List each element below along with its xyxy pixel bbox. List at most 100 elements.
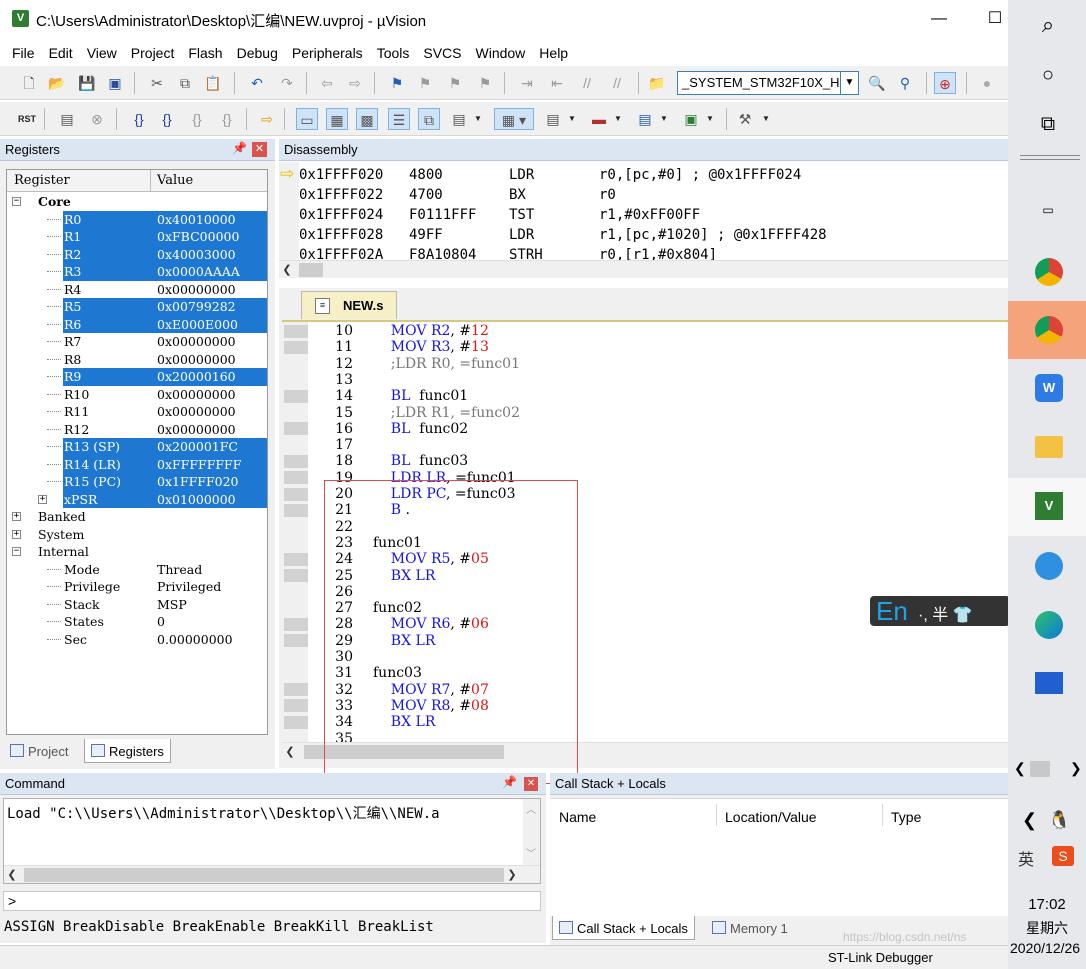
register-row[interactable]: R6 0xE000E000 xyxy=(7,315,267,334)
disassembly-row[interactable]: 0x1FFFF024 F0111FFF TST r1,#0xFF00FF xyxy=(299,205,999,225)
nav-forward-icon[interactable]: ⇨ xyxy=(344,72,366,94)
mail-icon[interactable] xyxy=(1035,672,1063,694)
code-line[interactable]: 15 ;LDR R1, =func02 xyxy=(282,405,1002,421)
register-row[interactable]: R15 (PC) 0x1FFFF020 xyxy=(7,473,267,491)
command-vscroll[interactable]: ︿ ﹀ xyxy=(523,799,540,865)
step-out-icon[interactable]: {} xyxy=(186,108,208,130)
menu-item-window[interactable]: Window xyxy=(470,40,532,66)
uncomment-icon[interactable]: // xyxy=(606,72,628,94)
register-value[interactable]: Privileged xyxy=(157,578,221,596)
cortana-icon[interactable]: ○ xyxy=(1028,55,1068,95)
register-value[interactable]: 0 xyxy=(157,613,165,631)
ime-tray-icon[interactable]: 英 xyxy=(1018,846,1034,870)
tab-new-s[interactable]: ≡ NEW.s xyxy=(301,291,397,319)
bookmark-icon[interactable]: ⚑ xyxy=(386,72,408,94)
scroll-thumb[interactable] xyxy=(24,868,504,882)
stop-icon[interactable]: ⊗ xyxy=(86,108,108,130)
scroll-down-icon[interactable]: ﹀ xyxy=(526,845,536,860)
register-value[interactable]: 0x20000160 xyxy=(157,368,236,386)
register-value[interactable]: 0x01000000 xyxy=(157,491,236,509)
ime-toolbar[interactable]: En ·, 半 👕 xyxy=(870,596,1010,626)
chrome-icon[interactable] xyxy=(1035,258,1063,286)
step-over-icon[interactable]: {} xyxy=(156,108,178,130)
command-input[interactable]: > xyxy=(3,891,541,911)
disassembly-row[interactable]: 0x1FFFF020 4800 LDR r0,[pc,#0] ; @0x1FFFF02… xyxy=(299,165,999,185)
save-all-icon[interactable]: ▣ xyxy=(104,72,126,94)
internal-row[interactable]: Privilege Privileged xyxy=(7,578,267,596)
wps-icon[interactable]: W xyxy=(1035,374,1063,402)
redo-icon[interactable]: ↷ xyxy=(276,72,298,94)
taskbar-scroller[interactable]: ❮ ❯ xyxy=(1012,760,1082,780)
chevron-down-icon[interactable]: ▼ xyxy=(660,108,668,130)
scroll-left-icon[interactable]: ❮ xyxy=(282,743,298,761)
trace-window-icon[interactable]: ▤ xyxy=(634,108,656,130)
register-value[interactable]: MSP xyxy=(157,596,187,614)
disassembly-row[interactable]: 0x1FFFF028 49FF LDR r1,[pc,#1020] ; @0x1FFF… xyxy=(299,225,999,245)
paste-icon[interactable]: 📋 xyxy=(202,72,224,94)
task-view-icon[interactable]: ⧉ xyxy=(1028,104,1068,144)
register-row[interactable]: R7 0x00000000 xyxy=(7,333,267,351)
prev-bookmark-icon[interactable]: ⚑ xyxy=(414,72,436,94)
clear-bookmarks-icon[interactable]: ⚑ xyxy=(474,72,496,94)
menu-item-edit[interactable]: Edit xyxy=(43,40,79,66)
command-window-icon[interactable]: ▭ xyxy=(296,108,318,130)
register-row[interactable]: R0 0x40010000 xyxy=(7,210,267,229)
system-viewer-icon[interactable]: ▣ xyxy=(680,108,702,130)
register-row[interactable]: R14 (LR) 0xFFFFFFFF xyxy=(7,455,267,473)
tree-group-internal[interactable]: − Internal xyxy=(7,543,267,561)
register-row[interactable]: R2 0x40003000 xyxy=(7,245,267,264)
new-file-icon[interactable]: 🗋 xyxy=(18,72,40,94)
register-value[interactable]: 0x00799282 xyxy=(157,298,236,316)
disassembly-window-icon[interactable]: ▦ xyxy=(326,108,348,130)
toolbox-icon[interactable]: ⚒ xyxy=(734,108,756,130)
register-value[interactable]: 0xE000E000 xyxy=(157,316,238,334)
chevron-down-icon[interactable]: ▼ xyxy=(568,108,576,130)
internal-row[interactable]: States 0 xyxy=(7,613,267,631)
register-value[interactable]: 0x1FFFF020 xyxy=(157,473,239,491)
chrome-active-app[interactable] xyxy=(1008,301,1086,359)
code-line[interactable]: 17 xyxy=(282,437,1002,453)
register-value[interactable]: 0x40010000 xyxy=(157,211,236,229)
code-line[interactable]: 14 BL func01 xyxy=(282,388,1002,404)
tree-group-system[interactable]: + System xyxy=(7,526,267,544)
disassembly-row[interactable]: 0x1FFFF022 4700 BX r0 xyxy=(299,185,999,205)
register-row[interactable]: + xPSR 0x01000000 xyxy=(7,490,267,509)
chevron-down-icon[interactable]: ▼ xyxy=(474,108,482,130)
pin-icon[interactable]: 📌 xyxy=(502,775,517,789)
reset-button[interactable]: RST xyxy=(16,108,38,130)
remote-desktop-icon[interactable]: ▭ xyxy=(1028,190,1068,230)
register-value[interactable]: 0x200001FC xyxy=(157,438,238,456)
tab-registers[interactable]: Registers xyxy=(84,739,171,763)
register-row[interactable]: R3 0x0000AAAA xyxy=(7,263,267,281)
expand-icon[interactable]: + xyxy=(12,512,21,521)
find-icon[interactable]: 🔍 xyxy=(866,72,888,94)
clock-date[interactable]: 2020/12/26 xyxy=(1008,940,1086,956)
internal-row[interactable]: Sec 0.00000000 xyxy=(7,631,267,649)
callstack-grid[interactable]: Name Location/Value Type xyxy=(550,798,1010,916)
register-value[interactable]: 0x00000000 xyxy=(157,333,236,351)
symbols-window-icon[interactable]: ▩ xyxy=(356,108,378,130)
search-icon[interactable]: ⌕ xyxy=(1028,5,1068,45)
register-value[interactable]: 0x00000000 xyxy=(157,351,236,369)
column-header[interactable]: Register xyxy=(14,173,70,188)
nav-back-icon[interactable]: ⇦ xyxy=(316,72,338,94)
column-header[interactable]: Value xyxy=(157,173,193,188)
save-icon[interactable]: 💾 xyxy=(76,72,98,94)
register-row[interactable]: R11 0x00000000 xyxy=(7,403,267,421)
scroll-left-icon[interactable]: ❮ xyxy=(4,866,20,884)
watch-window-icon[interactable]: ▤ xyxy=(448,108,470,130)
scroll-left-icon[interactable]: ❮ xyxy=(279,261,295,279)
column-header[interactable]: Name xyxy=(559,809,596,825)
next-bookmark-icon[interactable]: ⚑ xyxy=(444,72,466,94)
close-icon[interactable]: ✕ xyxy=(252,142,267,157)
disassembly-row[interactable]: 0x1FFFF02A F8A10804 STRH r0,[r1,#0x804] xyxy=(299,245,999,260)
menu-item-file[interactable]: File xyxy=(0,40,41,66)
undo-icon[interactable]: ↶ xyxy=(246,72,268,94)
register-row[interactable]: R5 0x00799282 xyxy=(7,298,267,316)
scroll-thumb[interactable] xyxy=(299,263,323,277)
register-value[interactable]: 0x40003000 xyxy=(157,246,236,264)
collapse-icon[interactable]: − xyxy=(12,547,21,556)
register-value[interactable]: 0x0000AAAA xyxy=(157,263,240,281)
register-value[interactable]: 0xFBC00000 xyxy=(157,228,239,246)
breakpoint-icon[interactable]: ● xyxy=(976,72,998,94)
